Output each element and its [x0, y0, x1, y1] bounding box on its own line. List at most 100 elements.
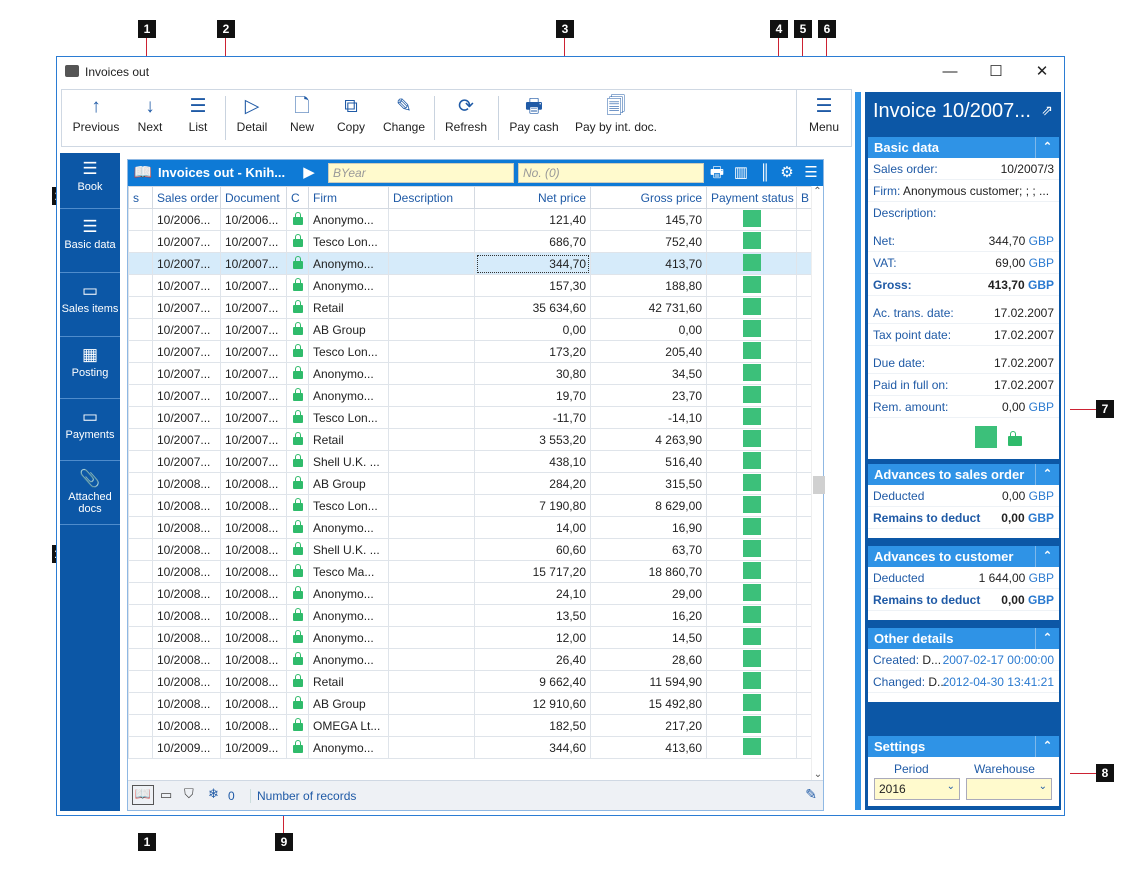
- book-icon[interactable]: 📖: [132, 163, 154, 183]
- change-button[interactable]: ✎ Change: [378, 94, 430, 134]
- table-row[interactable]: 10/2007... 10/2007... Tesco Lon... 173,20 20…: [128, 340, 815, 363]
- table-row[interactable]: 10/2007... 10/2007... Anonymo... 344,70 413,…: [128, 252, 815, 275]
- callout-9: 9: [275, 833, 293, 851]
- table-row[interactable]: 10/2007... 10/2007... Tesco Lon... 686,70 75…: [128, 230, 815, 253]
- column-header[interactable]: Sales order: [152, 186, 221, 209]
- sidebar-item-payments[interactable]: ▭ Payments: [60, 401, 120, 461]
- collapse-icon[interactable]: ⌃: [1035, 628, 1059, 649]
- paid-status-indicator: [742, 693, 761, 711]
- list-button[interactable]: ☰ List: [176, 94, 220, 134]
- table-row[interactable]: 10/2009... 10/2009... Anonymo... 344,60 413,…: [128, 736, 815, 759]
- sidebar-item-sales-items[interactable]: ▭ Sales items: [60, 275, 120, 337]
- table-row[interactable]: 10/2007... 10/2007... Retail 3 553,20 4 263,…: [128, 428, 815, 451]
- table-cell: 10/2008...: [152, 714, 221, 737]
- table-cell: 18 860,70: [590, 560, 707, 583]
- warehouse-select[interactable]: ⌄: [966, 778, 1052, 800]
- table-row[interactable]: 10/2008... 10/2008... Tesco Ma... 15 717,20…: [128, 560, 815, 583]
- filter-icon[interactable]: ⛉: [184, 786, 194, 802]
- paid-status-indicator: [742, 517, 761, 535]
- barcode-icon[interactable]: ║: [754, 163, 776, 183]
- table-row[interactable]: 10/2008... 10/2008... Shell U.K. ... 60,60 6…: [128, 538, 815, 561]
- sidebar-item-book[interactable]: ☰ Book: [60, 153, 120, 209]
- sidebar-item-posting[interactable]: ▦ Posting: [60, 339, 120, 399]
- scroll-thumb[interactable]: [813, 476, 825, 494]
- column-header[interactable]: Firm: [308, 186, 389, 209]
- table-cell: 7 190,80: [474, 494, 591, 517]
- sidebar-item-basic-data[interactable]: ☰ Basic data: [60, 211, 120, 273]
- table-row[interactable]: 10/2008... 10/2008... Anonymo... 13,50 16,20: [128, 604, 815, 627]
- warehouse-label: Warehouse: [974, 762, 1035, 776]
- table-row[interactable]: 10/2008... 10/2008... Anonymo... 12,00 14,50: [128, 626, 815, 649]
- table-row[interactable]: 10/2007... 10/2007... Retail 35 634,60 42 73…: [128, 296, 815, 319]
- table-cell: [128, 472, 153, 495]
- next-button[interactable]: ↓ Next: [128, 94, 172, 134]
- column-header[interactable]: Gross price: [590, 186, 707, 209]
- column-header[interactable]: Description: [388, 186, 475, 209]
- period-select[interactable]: 2016 ⌄: [874, 778, 960, 800]
- scroll-up-icon[interactable]: ⌃: [812, 186, 823, 197]
- chart-icon[interactable]: ▥: [730, 163, 752, 183]
- table-row[interactable]: 10/2007... 10/2007... Shell U.K. ... 438,10…: [128, 450, 815, 473]
- table-cell: [388, 428, 475, 451]
- column-header[interactable]: Document: [220, 186, 287, 209]
- table-row[interactable]: 10/2008... 10/2008... AB Group 12 910,60 15 …: [128, 692, 815, 715]
- book-view-icon[interactable]: 📖: [132, 785, 154, 805]
- refresh-button[interactable]: ⟳ Refresh: [438, 94, 494, 134]
- minimize-button[interactable]: —: [927, 61, 973, 83]
- vertical-scrollbar[interactable]: ⌃ ⌄: [811, 186, 825, 780]
- table-row[interactable]: 10/2006... 10/2006... Anonymo... 121,40 145,…: [128, 208, 815, 231]
- snowflake-icon[interactable]: ❄: [208, 786, 219, 802]
- maximize-button[interactable]: ☐: [973, 61, 1019, 83]
- gear-icon[interactable]: ⚙: [776, 163, 798, 183]
- column-header[interactable]: C: [286, 186, 309, 209]
- table-row[interactable]: 10/2008... 10/2008... Tesco Lon... 7 190,80…: [128, 494, 815, 517]
- collapse-icon[interactable]: ⌃: [1035, 546, 1059, 567]
- print-icon[interactable]: 🖶: [706, 163, 728, 183]
- table-row[interactable]: 10/2007... 10/2007... Tesco Lon... -11,70 -1…: [128, 406, 815, 429]
- table-row[interactable]: 10/2007... 10/2007... Anonymo... 19,70 23,70: [128, 384, 815, 407]
- close-button[interactable]: ✕: [1019, 61, 1065, 83]
- table-row[interactable]: 10/2008... 10/2008... Anonymo... 26,40 28,60: [128, 648, 815, 671]
- table-cell: [388, 670, 475, 693]
- menu-button[interactable]: ☰ Menu: [796, 89, 852, 147]
- new-button[interactable]: 🗋 New: [280, 94, 324, 134]
- table-cell: Shell U.K. ...: [308, 450, 389, 473]
- number-filter-input[interactable]: No. (0): [518, 163, 704, 183]
- table-row[interactable]: 10/2008... 10/2008... Retail 9 662,40 11 594…: [128, 670, 815, 693]
- column-header[interactable]: Net price: [474, 186, 591, 209]
- column-header[interactable]: Payment status: [706, 186, 797, 209]
- pencil-icon[interactable]: ✎: [805, 786, 817, 803]
- table-cell: Anonymo...: [308, 582, 389, 605]
- payment-status-cell: [706, 362, 797, 385]
- table-cell: 10/2007...: [152, 406, 221, 429]
- table-row[interactable]: 10/2008... 10/2008... Anonymo... 14,00 16,90: [128, 516, 815, 539]
- table-row[interactable]: 10/2008... 10/2008... AB Group 284,20 315,50: [128, 472, 815, 495]
- collapse-icon[interactable]: ⌃: [1035, 736, 1059, 757]
- table-row[interactable]: 10/2008... 10/2008... Anonymo... 24,10 29,00: [128, 582, 815, 605]
- paid-status-indicator: [742, 253, 761, 271]
- external-link-icon[interactable]: ⇗: [1041, 102, 1053, 119]
- hamburger-icon[interactable]: ☰: [800, 163, 822, 183]
- splitter-handle[interactable]: [855, 92, 861, 810]
- previous-button[interactable]: ↑ Previous: [66, 94, 126, 134]
- scroll-down-icon[interactable]: ⌄: [812, 769, 824, 780]
- table-row[interactable]: 10/2007... 10/2007... Anonymo... 30,80 34,50: [128, 362, 815, 385]
- lock-icon: [292, 695, 303, 709]
- pay-cash-button[interactable]: 🖶 Pay cash: [502, 94, 566, 134]
- number-of-records-button[interactable]: Number of records: [250, 789, 356, 803]
- detail-button[interactable]: ▷ Detail: [228, 94, 276, 134]
- collapse-icon[interactable]: ⌃: [822, 163, 844, 183]
- sidebar-item-attached-docs[interactable]: 📎 Attached docs: [60, 463, 120, 525]
- box-icon[interactable]: ▭: [160, 787, 172, 803]
- table-row[interactable]: 10/2008... 10/2008... OMEGA Lt... 182,50 217…: [128, 714, 815, 737]
- collapse-icon[interactable]: ⌃: [1035, 137, 1059, 158]
- collapse-icon[interactable]: ⌃: [1035, 464, 1059, 485]
- table-cell: 10/2007...: [152, 384, 221, 407]
- column-header[interactable]: s: [128, 186, 153, 209]
- pay-int-doc-button[interactable]: 🗐 Pay by int. doc.: [570, 94, 662, 134]
- year-filter-input[interactable]: BYear: [328, 163, 514, 183]
- copy-button[interactable]: ⧉ Copy: [328, 94, 374, 134]
- table-row[interactable]: 10/2007... 10/2007... Anonymo... 157,30 188,…: [128, 274, 815, 297]
- table-row[interactable]: 10/2007... 10/2007... AB Group 0,00 0,00: [128, 318, 815, 341]
- play-menu-icon[interactable]: ▶: [298, 163, 320, 183]
